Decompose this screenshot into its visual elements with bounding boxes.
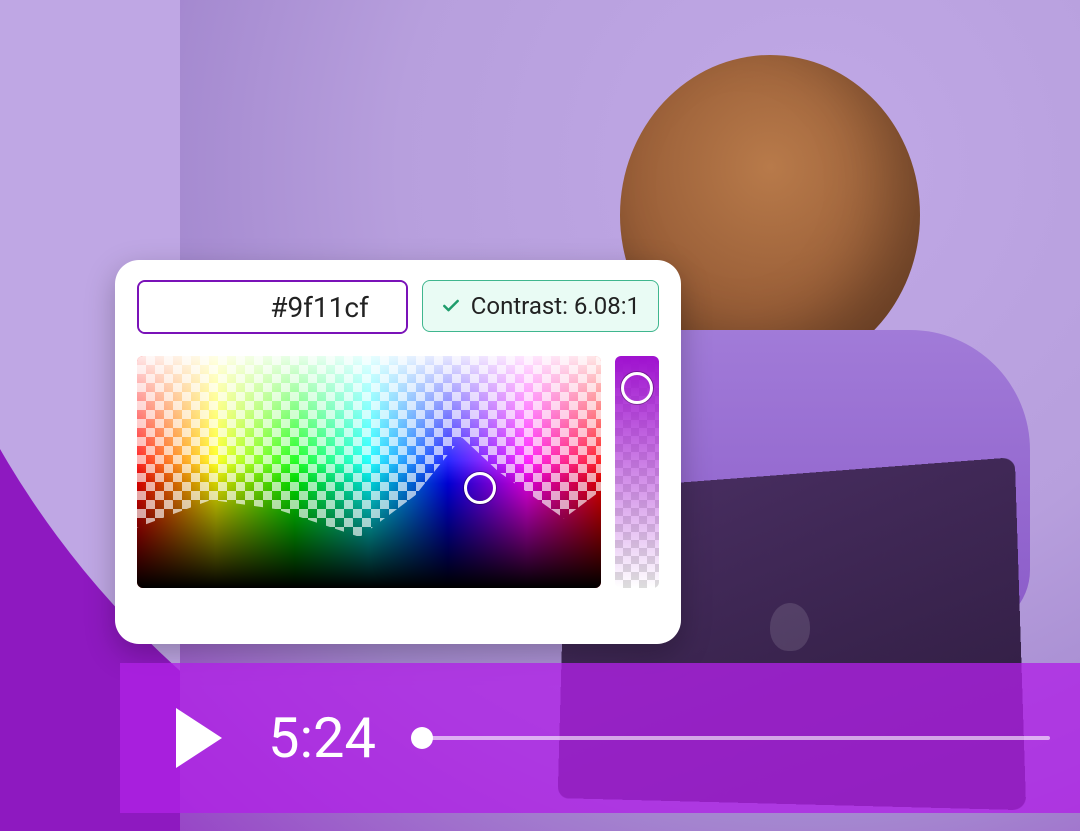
alpha-thumb[interactable] (621, 372, 653, 404)
color-field[interactable] (137, 356, 601, 588)
contrast-badge: Contrast: 6.08:1 (422, 280, 659, 332)
play-button[interactable] (176, 708, 222, 768)
current-time: 5:24 (268, 705, 376, 771)
alpha-slider[interactable] (615, 356, 659, 588)
contrast-label: Contrast: 6.08:1 (471, 292, 640, 320)
color-picker-header: Contrast: 6.08:1 (137, 280, 659, 334)
stage: Contrast: 6.08:1 5:24 (0, 0, 1080, 831)
color-field-thumb[interactable] (464, 472, 496, 504)
video-controls: 5:24 (120, 663, 1080, 813)
hex-input-wrap (137, 280, 408, 334)
hex-input[interactable] (139, 282, 408, 332)
picker-area (137, 356, 659, 588)
apple-logo-icon (770, 603, 810, 651)
progress-thumb[interactable] (411, 727, 433, 749)
check-icon (441, 296, 461, 316)
progress-track[interactable] (422, 736, 1050, 740)
color-picker-card: Contrast: 6.08:1 (115, 260, 681, 644)
